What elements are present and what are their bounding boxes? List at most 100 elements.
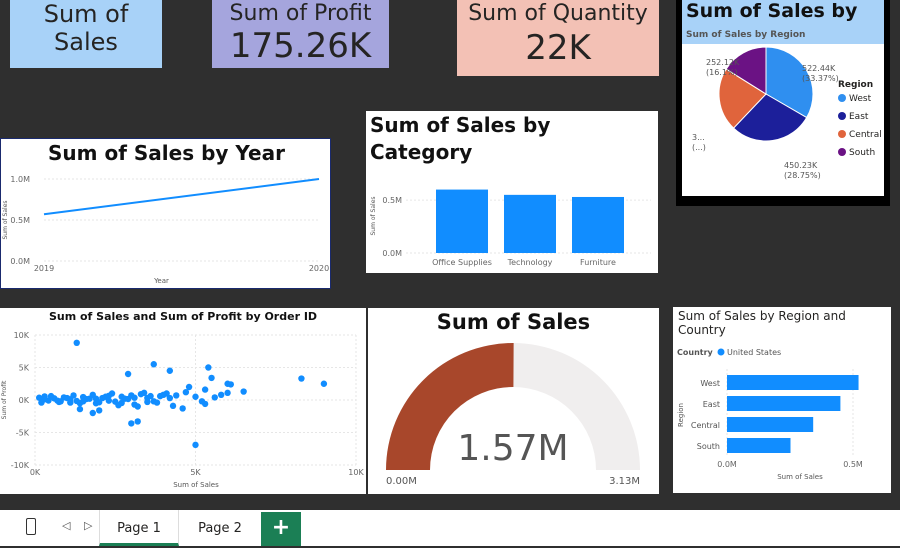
scatter-y-tick-label: 10K	[14, 331, 30, 340]
pie-data-pct-west: (33.37%)	[802, 74, 839, 83]
line-x-tick-label: 2019	[34, 264, 54, 273]
category-bar-card[interactable]: Sum of Sales by Category 0.0M 0.5M Office …	[366, 111, 658, 273]
scatter-y-tick-label: -10K	[11, 461, 30, 470]
scatter-point	[169, 402, 177, 410]
region-bar-card[interactable]: Sum of Sales by Region and Country Count…	[673, 307, 891, 493]
kpi-quantity-title: Sum of Quantity	[468, 1, 648, 26]
pie-legend-title: Region	[838, 80, 873, 90]
kpi-profit-card[interactable]: Sum of Profit 175.26K	[212, 0, 389, 68]
category-x-tick-label: Office Supplies	[432, 258, 492, 267]
scatter-point	[67, 399, 74, 406]
category-x-tick-label: Technology	[507, 258, 553, 267]
category-bar-office-supplies	[436, 189, 488, 253]
region-bar-x-axis-label: Sum of Sales	[777, 473, 823, 481]
gauge-card[interactable]: Sum of Sales 1.57M 0.00M 3.13M	[368, 308, 659, 494]
scatter-point	[79, 398, 87, 405]
scatter-point	[147, 392, 154, 400]
scatter-point	[108, 390, 116, 397]
region-bar-legend-label: United States	[727, 348, 781, 357]
scatter-y-tick-label: 0K	[19, 396, 30, 405]
region-bar-east	[727, 396, 841, 411]
category-bar-technology	[504, 194, 556, 253]
pie-data-label-west: 522.44K	[802, 64, 836, 73]
region-bar-y-tick-label: East	[703, 400, 720, 409]
scatter-point	[134, 418, 141, 425]
scatter-x-tick-label: 10K	[348, 468, 364, 477]
scatter-point	[128, 420, 135, 427]
tab-page-1[interactable]: Page 1	[99, 510, 179, 546]
pie-data-pct-central: (...)	[692, 143, 706, 152]
region-bar-x-tick-label: 0.5M	[843, 460, 863, 469]
region-bar-chart: Country United States 0.0M 0.5M West East Cent…	[677, 348, 863, 481]
year-line-chart: 0.0M 0.5M 1.0M 2019 2020 Year Sum of Sales	[2, 175, 329, 285]
kpi-quantity-card[interactable]: Sum of Quantity 22K	[457, 0, 659, 76]
scatter-point	[124, 370, 132, 378]
scatter-point	[240, 388, 247, 395]
region-pie-title: Sum of Sales by	[686, 0, 858, 22]
scatter-point	[54, 397, 61, 404]
category-x-tick-label: Furniture	[580, 258, 616, 267]
scatter-point	[205, 364, 212, 371]
scatter-point	[320, 380, 328, 387]
pie-data-pct-south: (16.1%)	[706, 68, 738, 77]
scatter-y-tick-label: -5K	[16, 429, 30, 438]
scatter-point	[298, 375, 305, 382]
region-bar-y-tick-label: South	[697, 442, 720, 451]
kpi-sales-title-line2: Sales	[54, 28, 118, 56]
scatter-x-tick-label: 0K	[30, 468, 41, 477]
scatter-point	[73, 339, 80, 346]
scatter-point	[185, 383, 193, 391]
kpi-profit-value: 175.26K	[229, 26, 372, 66]
scatter-point	[166, 367, 174, 374]
category-bar-title-line1: Sum of Sales by	[370, 113, 551, 137]
pie-legend-label-east: East	[849, 112, 869, 122]
pie-legend-marker-south	[838, 148, 846, 156]
scatter-point	[201, 386, 209, 393]
kpi-sales-card[interactable]: Sum of Sales	[10, 0, 162, 68]
line-series-path	[43, 178, 320, 216]
region-pie-card[interactable]: Sum of Sales by Sum of Sales by Region 5…	[676, 0, 890, 206]
prev-page-icon[interactable]: ◁	[62, 519, 70, 532]
region-bar-y-tick-label: West	[700, 379, 720, 388]
gauge-chart: 1.57M 0.00M 3.13M	[386, 343, 640, 487]
pie-data-label-south: 252.12K	[706, 58, 740, 67]
pie-legend-label-west: West	[849, 94, 872, 104]
region-bar-west	[727, 375, 859, 390]
add-page-button[interactable]: +	[261, 512, 301, 546]
region-bar-south	[727, 438, 791, 453]
category-y-axis-label: Sum of Sales	[370, 196, 377, 235]
pie-data-label-central: 3...	[692, 133, 705, 142]
kpi-sales-title-line1: Sum of	[43, 0, 129, 28]
tab-page-2[interactable]: Page 2	[180, 510, 260, 546]
scatter-point	[208, 374, 215, 382]
next-page-icon[interactable]: ▷	[84, 519, 92, 532]
gauge-min-label: 0.00M	[386, 476, 417, 487]
scatter-point	[160, 391, 167, 398]
scatter-point	[153, 399, 161, 406]
category-y-tick-label: 0.0M	[382, 249, 402, 258]
region-bar-title: Sum of Sales by Region and Country	[678, 309, 846, 337]
gauge-title: Sum of Sales	[436, 310, 591, 334]
year-line-card[interactable]: Sum of Sales by Year 0.0M 0.5M 1.0M 2019 202…	[0, 138, 331, 289]
scatter-point	[217, 391, 225, 398]
scatter-point	[131, 394, 138, 401]
region-bar-legend-title: Country	[677, 348, 714, 357]
gauge-max-label: 3.13M	[609, 476, 640, 487]
scatter-card[interactable]: Sum of Sales and Sum of Profit by Order …	[0, 308, 366, 494]
pie-legend-marker-central	[838, 130, 846, 138]
line-y-axis-label: Sum of Sales	[2, 200, 9, 239]
scatter-chart: 10K5K0K-5K-10K0K 5K 10KSum of SalesSum of …	[1, 331, 364, 489]
scatter-x-tick-label: 5K	[190, 468, 201, 477]
line-x-axis-label: Year	[153, 277, 169, 285]
region-bar-y-axis-label: Region	[677, 403, 685, 427]
mobile-layout-icon[interactable]	[26, 518, 36, 535]
pie-data-label-east: 450.23K	[784, 161, 818, 170]
scatter-point	[92, 395, 100, 402]
pie-legend-marker-west	[838, 94, 846, 102]
pie-data-pct-east: (28.75%)	[784, 171, 821, 180]
kpi-quantity-value: 22K	[525, 28, 591, 68]
page-tab-bar: ◁ ▷ Page 1 Page 2 +	[0, 510, 900, 546]
scatter-point	[179, 405, 186, 412]
region-bar-legend-marker	[717, 348, 725, 356]
category-y-tick-label: 0.5M	[382, 196, 402, 205]
